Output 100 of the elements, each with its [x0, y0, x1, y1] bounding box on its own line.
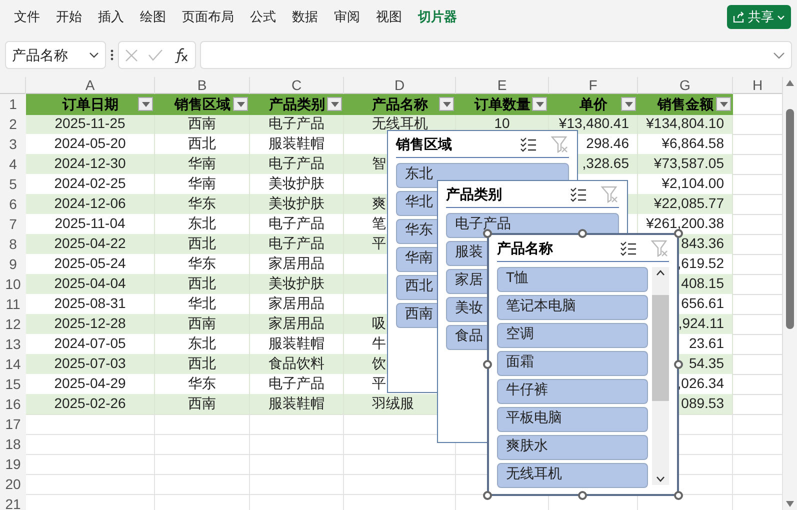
function-icon[interactable]	[173, 47, 189, 63]
filter-button[interactable]	[138, 97, 153, 111]
row-number[interactable]: 17	[0, 414, 26, 435]
scroll-up-icon[interactable]	[656, 270, 665, 276]
name-box[interactable]: 产品名称	[5, 41, 106, 69]
table-cell: 2024-05-20	[26, 134, 155, 155]
table-cell: 2024-02-25	[26, 174, 155, 195]
menu-tab[interactable]: 文件	[6, 7, 48, 27]
menu-tab[interactable]: 切片器	[410, 7, 465, 27]
more-icon[interactable]	[110, 49, 114, 61]
menu-tab[interactable]: 页面布局	[174, 7, 242, 27]
header-text: 订单数量	[474, 95, 530, 114]
table-cell: 2024-12-30	[26, 154, 155, 175]
table-cell: ¥2,104.00	[638, 174, 733, 195]
table-cell: 华南	[155, 174, 250, 195]
filter-button[interactable]	[327, 97, 342, 111]
table-cell: 2025-04-22	[26, 234, 155, 255]
scroll-thumb[interactable]	[652, 295, 669, 401]
scrollbar[interactable]	[652, 267, 669, 485]
table-cell: ¥6,864.58	[638, 134, 733, 155]
table-cell: 西北	[155, 354, 250, 375]
multi-select-icon[interactable]	[620, 240, 637, 256]
menu-tab[interactable]: 视图	[368, 7, 410, 27]
filter-button[interactable]	[233, 97, 248, 111]
menu-tab[interactable]: 绘图	[132, 7, 174, 27]
table-cell: ¥134,804.10	[638, 114, 733, 135]
menu-tab[interactable]: 数据	[284, 7, 326, 27]
row-number[interactable]: 7	[0, 214, 26, 235]
table-cell: ¥22,085.77	[638, 194, 733, 215]
table-cell: 东北	[155, 334, 250, 355]
row-number[interactable]: 18	[0, 434, 26, 455]
filter-button[interactable]	[716, 97, 731, 111]
menu-tab[interactable]: 公式	[242, 7, 284, 27]
slicer-item[interactable]: 牛仔裤	[497, 379, 648, 404]
slicer-item[interactable]: 爽肤水	[497, 435, 648, 460]
table-cell: 服装鞋帽	[250, 394, 344, 415]
row-number[interactable]: 10	[0, 274, 26, 295]
row-number[interactable]: 16	[0, 394, 26, 415]
slicer-dialog[interactable]: 产品名称 T恤 笔记本电脑 空调 面霜 牛仔裤 平板电脑 爽肤水 无线耳机	[487, 233, 679, 496]
slicer-item[interactable]: 平板电脑	[497, 407, 648, 432]
menu-tab[interactable]: 插入	[90, 7, 132, 27]
row-number[interactable]: 1	[0, 94, 26, 115]
table-cell: ¥261,200.38	[638, 214, 733, 235]
row-number[interactable]: 20	[0, 474, 26, 495]
multi-select-icon[interactable]	[570, 186, 587, 202]
enter-check-icon[interactable]	[148, 49, 163, 61]
table-cell: 西南	[155, 394, 250, 415]
menu-tab[interactable]: 开始	[48, 7, 90, 27]
table-cell: 西北	[155, 234, 250, 255]
slicer-item[interactable]: 空调	[497, 323, 648, 348]
chevron-down-icon	[89, 52, 99, 58]
menu-tab[interactable]: 审阅	[326, 7, 368, 27]
vertical-scrollbar[interactable]	[783, 77, 797, 510]
slicer-item[interactable]: 面霜	[497, 351, 648, 376]
multi-select-icon[interactable]	[520, 136, 537, 152]
table-cell: 华南	[155, 154, 250, 175]
filter-button[interactable]	[439, 97, 454, 111]
header-text: 产品类别	[269, 95, 325, 114]
slicer-title: 产品名称	[497, 238, 553, 258]
table-cell: 美妆护肤	[250, 274, 344, 295]
row-number[interactable]: 15	[0, 374, 26, 395]
row-number[interactable]: 2	[0, 114, 26, 135]
row-number[interactable]: 8	[0, 234, 26, 255]
scroll-thumb[interactable]	[786, 108, 794, 328]
table-cell: 2024-12-06	[26, 194, 155, 215]
row-number[interactable]: 6	[0, 194, 26, 215]
table-cell: 2025-08-31	[26, 294, 155, 315]
row-number[interactable]: 14	[0, 354, 26, 375]
table-cell: 2025-04-04	[26, 274, 155, 295]
row-number[interactable]: 9	[0, 254, 26, 275]
row-number[interactable]: 21	[0, 494, 26, 510]
filter-button[interactable]	[621, 97, 636, 111]
dropdown-caret-icon	[442, 102, 450, 106]
slicer-item[interactable]: 无线耳机	[497, 463, 648, 488]
slicer-item[interactable]: T恤	[497, 267, 648, 292]
row-number[interactable]: 3	[0, 134, 26, 155]
table-cell: 家居用品	[250, 314, 344, 335]
table-cell: 2025-07-03	[26, 354, 155, 375]
row-number[interactable]: 4	[0, 154, 26, 175]
table-cell: 西南	[155, 314, 250, 335]
table-cell: 2025-05-24	[26, 254, 155, 275]
share-icon	[733, 11, 745, 23]
row-number[interactable]: 13	[0, 334, 26, 355]
row-number[interactable]: 19	[0, 454, 26, 475]
table-cell: 2025-04-29	[26, 374, 155, 395]
filter-button[interactable]	[532, 97, 547, 111]
table-cell: 西北	[155, 134, 250, 155]
share-button[interactable]: 共享	[727, 5, 791, 29]
row-number[interactable]: 5	[0, 174, 26, 195]
table-cell: 电子产品	[250, 114, 344, 135]
table-cell: 美妆护肤	[250, 174, 344, 195]
expand-icon[interactable]	[773, 52, 785, 58]
slicer-item[interactable]: 笔记本电脑	[497, 295, 648, 320]
scroll-down-icon[interactable]	[656, 476, 665, 482]
row-number[interactable]: 11	[0, 294, 26, 315]
row-number[interactable]: 12	[0, 314, 26, 335]
table-cell: 2025-02-26	[26, 394, 155, 415]
table-cell: 家居用品	[250, 294, 344, 315]
caret-icon	[777, 14, 785, 20]
table-cell: 家居用品	[250, 254, 344, 275]
